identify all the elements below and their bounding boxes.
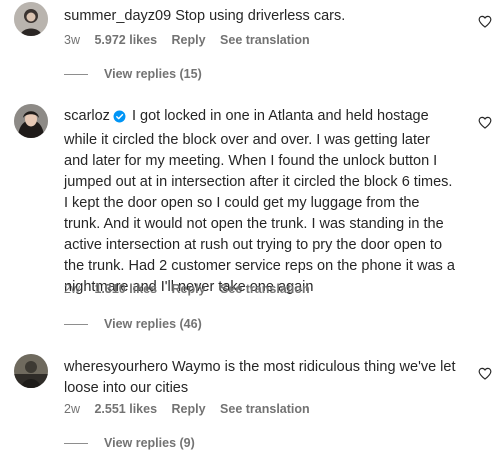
reply-button[interactable]: Reply (172, 282, 206, 296)
see-translation-link[interactable]: See translation (220, 402, 310, 416)
reply-button[interactable]: Reply (172, 402, 206, 416)
replies-divider (64, 442, 88, 444)
reply-button[interactable]: Reply (172, 33, 206, 47)
username[interactable]: scarloz (64, 108, 110, 124)
comment-age: 2w (64, 282, 80, 296)
replies-divider (64, 323, 88, 325)
username[interactable]: summer_dayz09 (64, 8, 171, 24)
comment-meta: 3w 5.972 likes Reply See translation (64, 33, 321, 47)
comment-age: 2w (64, 402, 80, 416)
likes-count[interactable]: 1.310 likes (94, 282, 157, 296)
view-replies-label: View replies (9) (104, 436, 195, 450)
heart-outline-icon[interactable] (478, 367, 492, 380)
replies-divider (64, 73, 88, 75)
view-replies-label: View replies (15) (104, 67, 202, 81)
heart-outline-icon[interactable] (478, 15, 492, 28)
comment-text: scarloz I got locked in one in Atlanta a… (64, 106, 458, 298)
comment-meta: 2w 1.310 likes Reply See translation (64, 282, 321, 296)
likes-count[interactable]: 2.551 likes (94, 402, 157, 416)
username[interactable]: wheresyourhero (64, 359, 168, 375)
comment-body: Stop using driverless cars. (175, 8, 346, 24)
avatar[interactable] (14, 104, 48, 138)
comment-body: I got locked in one in Atlanta and held … (64, 108, 455, 295)
view-replies-label: View replies (46) (104, 317, 202, 331)
comment-age: 3w (64, 33, 80, 47)
comment-meta: 2w 2.551 likes Reply See translation (64, 402, 321, 416)
comment-text: wheresyourhero Waymo is the most ridicul… (64, 357, 460, 399)
verified-badge-icon (113, 109, 126, 130)
heart-outline-icon[interactable] (478, 116, 492, 129)
avatar[interactable] (14, 354, 48, 388)
view-replies-button[interactable]: View replies (9) (64, 436, 195, 450)
see-translation-link[interactable]: See translation (220, 33, 310, 47)
view-replies-button[interactable]: View replies (15) (64, 67, 202, 81)
comment-text: summer_dayz09 Stop using driverless cars… (64, 6, 460, 27)
avatar[interactable] (14, 2, 48, 36)
view-replies-button[interactable]: View replies (46) (64, 317, 202, 331)
see-translation-link[interactable]: See translation (220, 282, 310, 296)
likes-count[interactable]: 5.972 likes (94, 33, 157, 47)
